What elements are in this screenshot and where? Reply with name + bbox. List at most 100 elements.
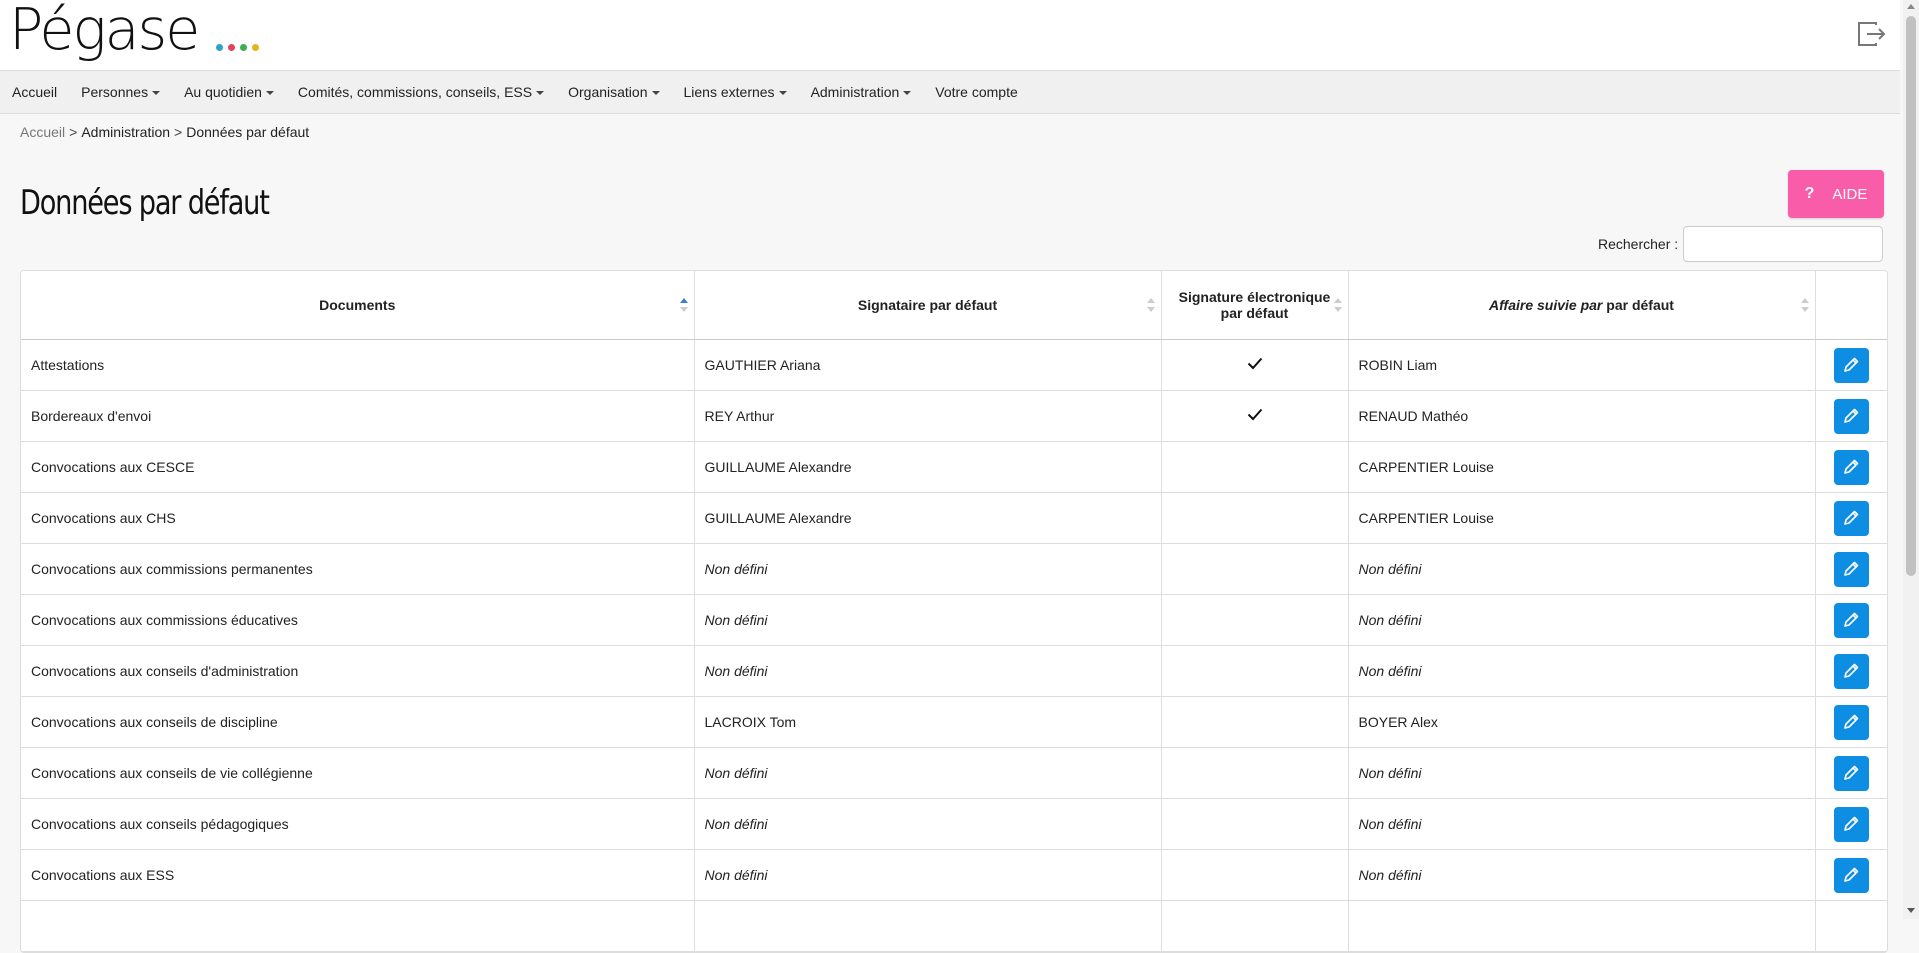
breadcrumb-home-link[interactable]: Accueil <box>20 124 65 140</box>
signature-electronique-cell <box>1161 594 1349 646</box>
breadcrumb: Accueil > Administration > Données par défau… <box>20 124 309 140</box>
actions-cell <box>1815 594 1887 646</box>
caret-down-icon <box>152 91 161 96</box>
affaire-suivie-cell: Non défini <box>1348 594 1816 646</box>
scrollbar-thumb[interactable] <box>1906 16 1916 576</box>
document-cell: Convocations aux conseils de vie collégi… <box>21 747 695 799</box>
affaire-suivie-cell: Non défini <box>1348 849 1816 901</box>
scroll-up-arrow-icon[interactable] <box>1907 4 1915 9</box>
nav-list: Accueil Personnes Au quotidien Comités, com… <box>0 71 1900 113</box>
help-button[interactable]: ? AIDE <box>1788 170 1884 218</box>
signature-electronique-cell <box>1161 696 1349 748</box>
document-cell: Convocations aux CESCE <box>21 441 695 493</box>
document-cell: Bordereaux d'envoi <box>21 390 695 442</box>
pencil-icon <box>1844 357 1859 372</box>
column-header-documents[interactable]: Documents <box>21 271 695 340</box>
signataire-cell: GUILLAUME Alexandre <box>694 441 1162 493</box>
edit-button[interactable] <box>1833 347 1869 383</box>
affaire-suivie-cell: CARPENTIER Louise <box>1348 441 1816 493</box>
signature-electronique-cell <box>1161 543 1349 595</box>
edit-button[interactable] <box>1833 704 1869 740</box>
edit-button[interactable] <box>1833 551 1869 587</box>
question-icon: ? <box>1804 185 1815 202</box>
pencil-icon <box>1844 561 1859 576</box>
table-row: Convocations aux CESCE GUILLAUME Alexandr… <box>21 441 1887 493</box>
pencil-icon <box>1844 612 1859 627</box>
table-row <box>21 900 1887 952</box>
table-row: Bordereaux d'envoi REY Arthur RENAUD Mathé… <box>21 390 1887 442</box>
signataire-cell: Non défini <box>694 849 1162 901</box>
nav-item-label: Au quotidien <box>184 84 262 100</box>
signature-electronique-cell <box>1161 390 1349 442</box>
signataire-cell: GUILLAUME Alexandre <box>694 492 1162 544</box>
edit-button[interactable] <box>1833 806 1869 842</box>
nav-item-organisation[interactable]: Organisation <box>556 84 671 100</box>
signature-electronique-cell <box>1161 900 1349 952</box>
actions-cell <box>1815 339 1887 391</box>
edit-button[interactable] <box>1833 398 1869 434</box>
signataire-cell: Non défini <box>694 645 1162 697</box>
affaire-suivie-cell: RENAUD Mathéo <box>1348 390 1816 442</box>
affaire-suivie-cell: CARPENTIER Louise <box>1348 492 1816 544</box>
signataire-cell: Non défini <box>694 798 1162 850</box>
table-row: Attestations GAUTHIER Ariana ROBIN Liam <box>21 339 1887 391</box>
table-row: Convocations aux conseils de vie collégi… <box>21 747 1887 799</box>
signature-electronique-cell <box>1161 441 1349 493</box>
table-row: Convocations aux conseils pédagogiques No… <box>21 798 1887 850</box>
pencil-icon <box>1844 663 1859 678</box>
table-row: Convocations aux ESS Non défini Non défini <box>21 849 1887 901</box>
sort-icon <box>1800 298 1809 312</box>
nav-item-accueil[interactable]: Accueil <box>0 84 69 100</box>
column-header-label: par défaut <box>1602 297 1674 313</box>
table-header-row: Documents Signataire par défaut Signatur… <box>21 271 1887 340</box>
column-header-signataire[interactable]: Signataire par défaut <box>694 271 1162 340</box>
caret-down-icon <box>651 91 660 96</box>
breadcrumb-section: Administration <box>81 124 171 140</box>
actions-cell <box>1815 441 1887 493</box>
table-row: Convocations aux commissions éducatives N… <box>21 594 1887 646</box>
column-header-signature-electronique[interactable]: Signature électronique par défaut <box>1161 271 1349 340</box>
page-scrollbar[interactable] <box>1903 0 1919 919</box>
defaults-table: Documents Signataire par défaut Signatur… <box>21 271 1887 952</box>
edit-button[interactable] <box>1833 857 1869 893</box>
signature-electronique-cell <box>1161 645 1349 697</box>
affaire-suivie-cell: ROBIN Liam <box>1348 339 1816 391</box>
table-row: Convocations aux conseils de discipline L… <box>21 696 1887 748</box>
actions-cell <box>1815 543 1887 595</box>
edit-button[interactable] <box>1833 653 1869 689</box>
nav-item-liens-externes[interactable]: Liens externes <box>672 84 799 100</box>
nav-item-label: Comités, commissions, conseils, ESS <box>297 84 533 100</box>
search-area: Rechercher : <box>1598 226 1884 262</box>
document-cell: Convocations aux commissions permanentes <box>21 543 695 595</box>
nav-item-personnes[interactable]: Personnes <box>69 84 172 100</box>
document-cell <box>21 900 695 952</box>
edit-button[interactable] <box>1833 755 1869 791</box>
nav-item-comit-s-commissions-conseils-ess[interactable]: Comités, commissions, conseils, ESS <box>286 84 556 100</box>
nav-item-label: Organisation <box>568 84 648 100</box>
search-input[interactable] <box>1683 226 1884 262</box>
edit-button[interactable] <box>1833 602 1869 638</box>
edit-button[interactable] <box>1833 449 1869 485</box>
table-row: Convocations aux commissions permanentes… <box>21 543 1887 595</box>
affaire-suivie-cell <box>1348 900 1816 952</box>
actions-cell <box>1815 492 1887 544</box>
caret-down-icon <box>903 91 912 96</box>
signataire-cell: LACROIX Tom <box>694 696 1162 748</box>
signataire-cell <box>694 900 1162 952</box>
nav-item-administration[interactable]: Administration <box>799 84 924 100</box>
edit-button[interactable] <box>1833 500 1869 536</box>
logo-dot <box>216 44 223 51</box>
signature-electronique-cell <box>1161 492 1349 544</box>
signature-electronique-cell <box>1161 747 1349 799</box>
nav-item-votre-compte[interactable]: Votre compte <box>923 84 1030 100</box>
nav-item-au-quotidien[interactable]: Au quotidien <box>172 84 286 100</box>
signataire-cell: REY Arthur <box>694 390 1162 442</box>
logout-icon[interactable] <box>1856 20 1888 48</box>
scroll-down-arrow-icon[interactable] <box>1907 908 1915 913</box>
column-header-affaire-suivie[interactable]: Affaire suivie par par défaut <box>1348 271 1816 340</box>
sort-asc-icon <box>679 298 688 312</box>
column-header-actions <box>1815 271 1887 340</box>
pencil-icon <box>1844 765 1859 780</box>
signataire-cell: Non défini <box>694 543 1162 595</box>
affaire-suivie-cell: Non défini <box>1348 543 1816 595</box>
